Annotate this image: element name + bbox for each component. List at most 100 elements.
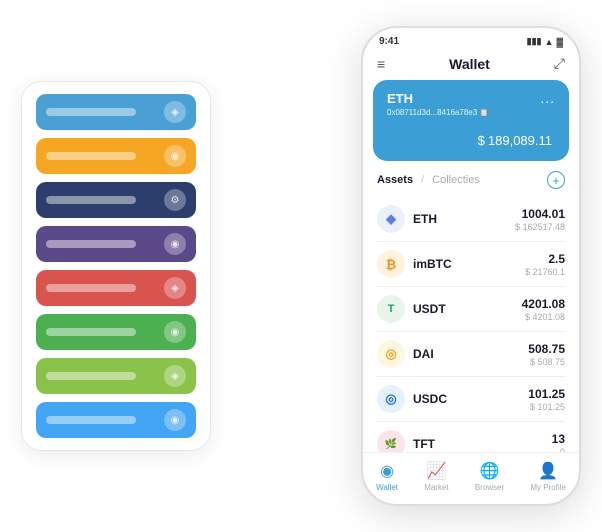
asset-info: ₿ imBTC — [377, 250, 452, 278]
nav-label-profile: My Profile — [530, 483, 566, 492]
eth-icon: ◆ — [377, 205, 405, 233]
nav-profile[interactable]: 👤 My Profile — [530, 461, 566, 492]
nav-label-browser: Browser — [475, 483, 504, 492]
dai-icon: ◎ — [377, 340, 405, 368]
list-item[interactable]: ◈ — [36, 94, 196, 130]
asset-info: ◎ USDC — [377, 385, 447, 413]
card-icon: ⚙ — [164, 189, 186, 211]
asset-info: ◆ ETH — [377, 205, 437, 233]
card-icon: ◉ — [164, 409, 186, 431]
asset-value: 2.5 $ 21760.1 — [525, 252, 565, 277]
usdt-icon: T — [377, 295, 405, 323]
asset-info: T USDT — [377, 295, 446, 323]
card-icon: ◉ — [164, 233, 186, 255]
tab-assets[interactable]: Assets — [377, 174, 413, 186]
asset-amount: 1004.01 — [515, 207, 565, 221]
nav-browser[interactable]: 🌐 Browser — [475, 461, 504, 492]
menu-icon[interactable]: ≡ — [377, 56, 385, 72]
status-time: 9:41 — [379, 36, 399, 47]
asset-name: DAI — [413, 347, 434, 361]
nav-wallet[interactable]: ◉ Wallet — [376, 461, 398, 492]
list-item[interactable]: ◉ — [36, 226, 196, 262]
eth-card-menu[interactable]: ... — [540, 90, 555, 106]
asset-name: imBTC — [413, 257, 452, 271]
market-icon: 📈 — [426, 461, 446, 481]
list-item[interactable]: ◉ — [36, 402, 196, 438]
asset-usd: $ 101.25 — [528, 402, 565, 412]
bottom-nav: ◉ Wallet 📈 Market 🌐 Browser 👤 My Profile — [363, 452, 579, 504]
copy-icon[interactable]: 📋 — [479, 108, 489, 117]
card-label — [46, 196, 136, 204]
table-row[interactable]: T USDT 4201.08 $ 4201.08 — [377, 287, 565, 332]
nav-label-market: Market — [424, 483, 448, 492]
table-row[interactable]: 🌿 TFT 13 0 — [377, 422, 565, 452]
card-label — [46, 416, 136, 424]
expand-icon[interactable]: ⤢ — [554, 55, 565, 72]
asset-amount: 2.5 — [525, 252, 565, 266]
asset-amount: 4201.08 — [522, 297, 565, 311]
add-asset-button[interactable]: + — [547, 171, 565, 189]
asset-usd: $ 21760.1 — [525, 267, 565, 277]
status-bar: 9:41 ▮▮▮ ▲ ▓ — [363, 28, 579, 51]
card-icon: ◈ — [164, 101, 186, 123]
asset-name: ETH — [413, 212, 437, 226]
card-icon: ◈ — [164, 277, 186, 299]
asset-value: 101.25 $ 101.25 — [528, 387, 565, 412]
table-row[interactable]: ₿ imBTC 2.5 $ 21760.1 — [377, 242, 565, 287]
asset-amount: 101.25 — [528, 387, 565, 401]
asset-value: 4201.08 $ 4201.08 — [522, 297, 565, 322]
asset-name: USDC — [413, 392, 447, 406]
assets-tabs: Assets / Collecties — [377, 174, 480, 186]
card-label — [46, 108, 136, 116]
card-label — [46, 152, 136, 160]
nav-label-wallet: Wallet — [376, 483, 398, 492]
card-icon: ◈ — [164, 365, 186, 387]
asset-info: ◎ DAI — [377, 340, 434, 368]
list-item[interactable]: ◉ — [36, 138, 196, 174]
asset-value: 13 0 — [552, 432, 565, 453]
asset-amount: 508.75 — [528, 342, 565, 356]
card-stack: ◈ ◉ ⚙ ◉ ◈ ◉ ◈ ◉ — [21, 81, 211, 451]
eth-balance: $189,089.11 — [387, 125, 555, 151]
asset-name: TFT — [413, 437, 435, 451]
table-row[interactable]: ◎ USDC 101.25 $ 101.25 — [377, 377, 565, 422]
browser-icon: 🌐 — [480, 461, 500, 481]
signal-icon: ▮▮▮ — [527, 36, 542, 47]
card-label — [46, 328, 136, 336]
eth-card-name: ETH — [387, 91, 413, 106]
tab-collectibles[interactable]: Collecties — [432, 174, 480, 186]
asset-list: ◆ ETH 1004.01 $ 162517.48 ₿ imBTC 2.5 $ … — [363, 197, 579, 452]
asset-value: 1004.01 $ 162517.48 — [515, 207, 565, 232]
wifi-icon: ▲ — [545, 37, 554, 47]
card-icon: ◉ — [164, 321, 186, 343]
table-row[interactable]: ◎ DAI 508.75 $ 508.75 — [377, 332, 565, 377]
list-item[interactable]: ◈ — [36, 358, 196, 394]
eth-address: 0x08711d3d...8416a78e3 📋 — [387, 108, 555, 117]
asset-usd: $ 162517.48 — [515, 222, 565, 232]
asset-usd: $ 508.75 — [528, 357, 565, 367]
eth-balance-card[interactable]: ETH ... 0x08711d3d...8416a78e3 📋 $189,08… — [373, 80, 569, 161]
nav-market[interactable]: 📈 Market — [424, 461, 448, 492]
eth-card-header: ETH ... — [387, 90, 555, 106]
asset-name: USDT — [413, 302, 446, 316]
wallet-icon: ◉ — [380, 461, 394, 481]
tft-icon: 🌿 — [377, 430, 405, 452]
asset-usd: $ 4201.08 — [522, 312, 565, 322]
card-label — [46, 372, 136, 380]
profile-icon: 👤 — [538, 461, 558, 481]
assets-header: Assets / Collecties + — [363, 171, 579, 197]
list-item[interactable]: ⚙ — [36, 182, 196, 218]
status-icons: ▮▮▮ ▲ ▓ — [527, 36, 563, 47]
list-item[interactable]: ◈ — [36, 270, 196, 306]
phone-frame: 9:41 ▮▮▮ ▲ ▓ ≡ Wallet ⤢ ETH ... 0x08711d… — [361, 26, 581, 506]
usdc-icon: ◎ — [377, 385, 405, 413]
tab-divider: / — [421, 174, 424, 186]
page-title: Wallet — [449, 56, 490, 72]
card-label — [46, 284, 136, 292]
imbtc-icon: ₿ — [377, 250, 405, 278]
phone-header: ≡ Wallet ⤢ — [363, 51, 579, 80]
card-icon: ◉ — [164, 145, 186, 167]
list-item[interactable]: ◉ — [36, 314, 196, 350]
table-row[interactable]: ◆ ETH 1004.01 $ 162517.48 — [377, 197, 565, 242]
asset-value: 508.75 $ 508.75 — [528, 342, 565, 367]
